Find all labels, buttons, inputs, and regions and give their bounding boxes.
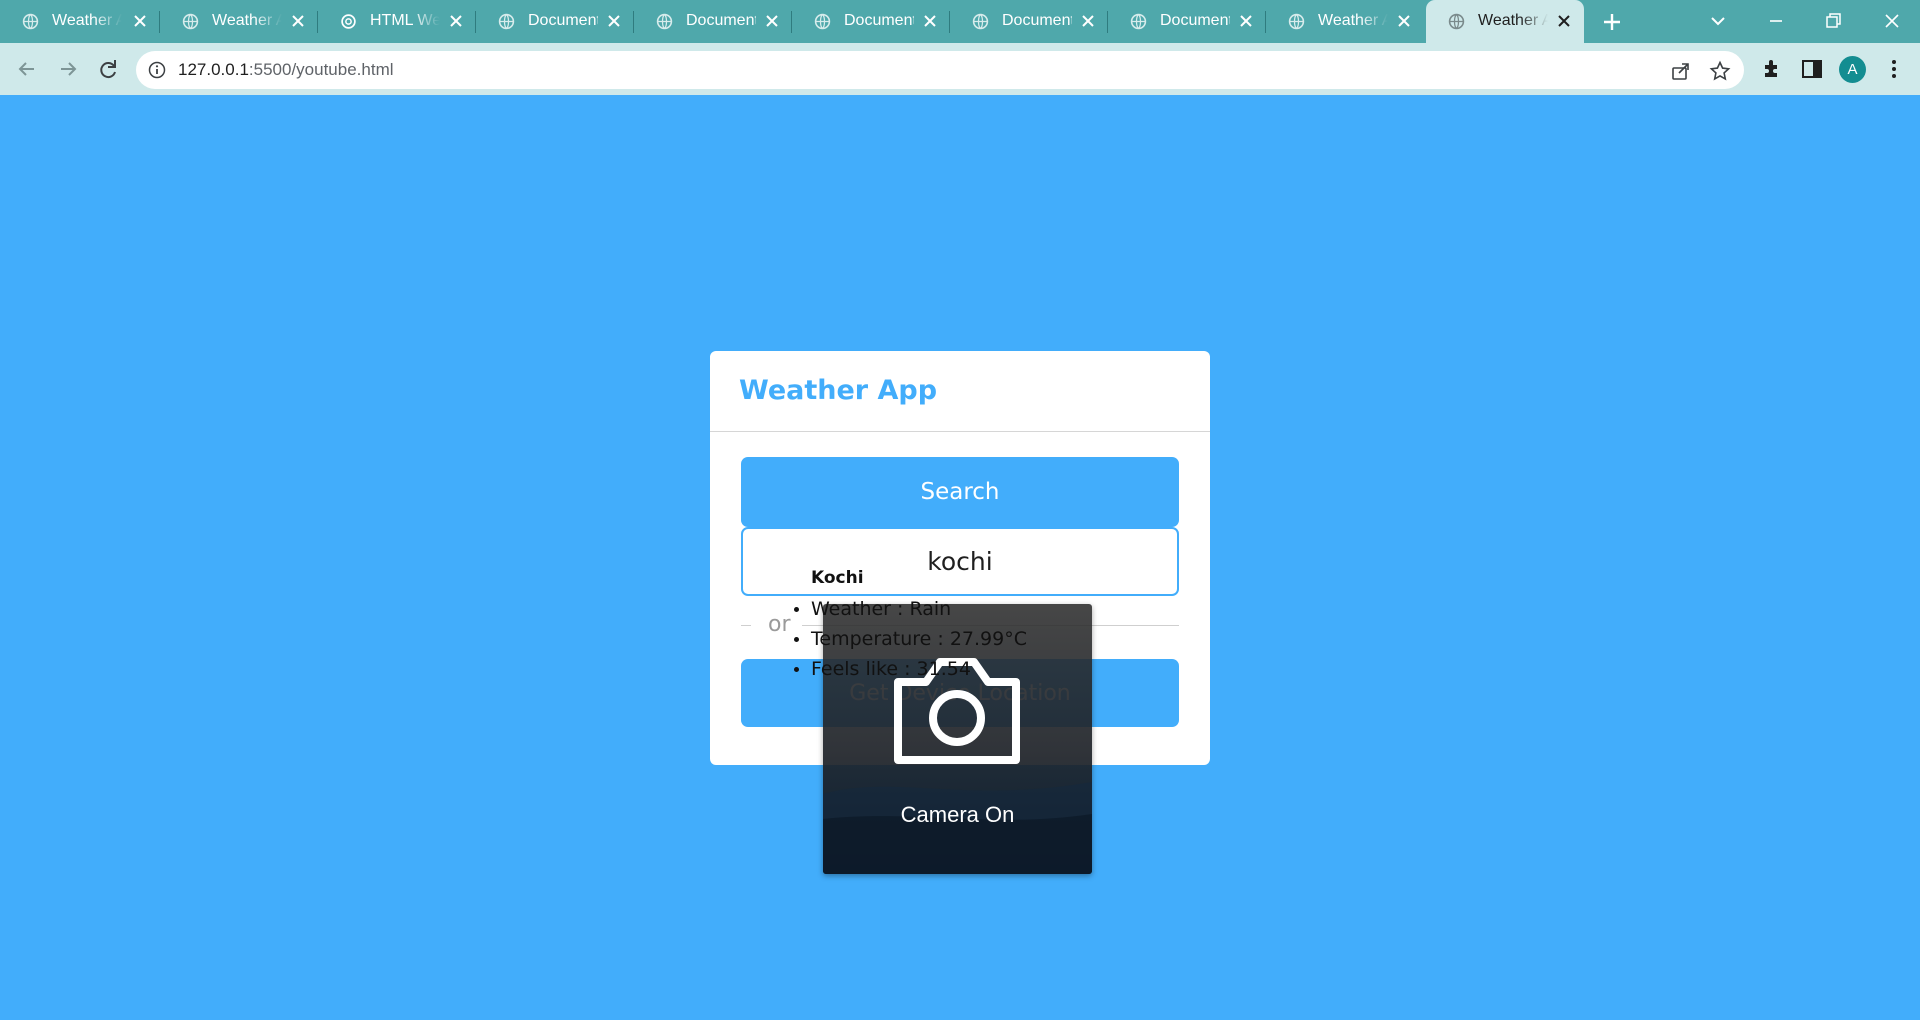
or-divider-label: or bbox=[768, 612, 791, 637]
extensions-icon[interactable] bbox=[1759, 56, 1785, 82]
result-weather: Weather : Rain bbox=[811, 594, 1027, 624]
tab-title: Weather App bbox=[212, 12, 282, 29]
app-title: Weather App bbox=[739, 375, 938, 406]
globe-icon bbox=[22, 13, 39, 30]
openai-icon bbox=[341, 14, 356, 29]
result-city: Kochi bbox=[811, 568, 864, 588]
globe-icon bbox=[972, 13, 989, 30]
tab-title: Weather App bbox=[1478, 12, 1548, 29]
close-icon[interactable] bbox=[1078, 11, 1098, 31]
bookmark-star-icon[interactable] bbox=[1709, 60, 1731, 82]
window-close-icon[interactable] bbox=[1877, 6, 1907, 36]
tab-weather-app-3[interactable]: Weather App bbox=[1266, 0, 1424, 43]
tab-strip: Weather App Weather App HTML Weather Doc… bbox=[0, 0, 1920, 43]
tab-title: Document bbox=[686, 12, 756, 29]
tab-search-chevron-icon[interactable] bbox=[1703, 6, 1733, 36]
restore-icon[interactable] bbox=[1818, 6, 1848, 36]
tab-weather-app-2[interactable]: Weather App bbox=[160, 0, 318, 43]
tab-title: Document bbox=[1160, 12, 1230, 29]
address-bar[interactable]: 127.0.0.1:5500/youtube.html bbox=[136, 51, 1744, 89]
camera-on-label: Camera On bbox=[900, 802, 1015, 827]
tab-title: Document bbox=[528, 12, 598, 29]
tab-document-2[interactable]: Document bbox=[634, 0, 792, 43]
globe-icon bbox=[498, 13, 515, 30]
browser-toolbar: 127.0.0.1:5500/youtube.html A bbox=[0, 43, 1920, 95]
close-icon[interactable] bbox=[1394, 11, 1414, 31]
tab-title: Weather App bbox=[1318, 12, 1388, 29]
close-icon[interactable] bbox=[762, 11, 782, 31]
url-host: 127.0.0.1 bbox=[178, 60, 249, 79]
tab-title: Weather App bbox=[52, 12, 122, 29]
tab-document-5[interactable]: Document bbox=[1108, 0, 1266, 43]
close-icon[interactable] bbox=[604, 11, 624, 31]
globe-icon bbox=[1288, 13, 1305, 30]
search-button[interactable]: Search bbox=[741, 457, 1179, 527]
close-icon[interactable] bbox=[1236, 11, 1256, 31]
site-info-icon[interactable] bbox=[148, 61, 166, 79]
tab-title: Document bbox=[844, 12, 914, 29]
close-icon[interactable] bbox=[446, 11, 466, 31]
minimize-icon[interactable] bbox=[1761, 6, 1791, 36]
new-tab-icon[interactable] bbox=[1598, 8, 1626, 36]
profile-avatar[interactable]: A bbox=[1839, 56, 1866, 83]
result-temperature: Temperature : 27.99°C bbox=[811, 624, 1027, 654]
globe-icon bbox=[1130, 13, 1147, 30]
tab-weather-app-1[interactable]: Weather App bbox=[0, 0, 160, 43]
more-menu-icon[interactable] bbox=[1881, 56, 1907, 82]
reload-icon[interactable] bbox=[93, 54, 123, 84]
url-text: 127.0.0.1:5500/youtube.html bbox=[178, 60, 394, 80]
back-icon[interactable] bbox=[12, 54, 42, 84]
globe-icon bbox=[814, 13, 831, 30]
close-icon[interactable] bbox=[920, 11, 940, 31]
globe-icon bbox=[656, 13, 673, 30]
tab-document-3[interactable]: Document bbox=[792, 0, 950, 43]
forward-icon[interactable] bbox=[53, 54, 83, 84]
globe-icon bbox=[182, 13, 199, 30]
divider-line-left bbox=[741, 625, 751, 626]
card-header: Weather App bbox=[710, 351, 1210, 432]
globe-icon bbox=[1448, 13, 1465, 30]
tab-title: Document bbox=[1002, 12, 1072, 29]
close-icon[interactable] bbox=[1554, 11, 1574, 31]
url-path: :5500/youtube.html bbox=[248, 60, 394, 79]
city-input[interactable] bbox=[741, 527, 1179, 596]
share-icon[interactable] bbox=[1670, 60, 1692, 82]
tab-document-1[interactable]: Document bbox=[476, 0, 634, 43]
tab-document-4[interactable]: Document bbox=[950, 0, 1108, 43]
result-feels-like: Feels like : 31.54 bbox=[811, 654, 1027, 684]
result-list: Weather : Rain Temperature : 27.99°C Fee… bbox=[811, 594, 1027, 684]
tab-weather-app-active[interactable]: Weather App bbox=[1426, 0, 1584, 43]
close-icon[interactable] bbox=[288, 11, 308, 31]
side-panel-icon[interactable] bbox=[1799, 56, 1825, 82]
tab-html-weather[interactable]: HTML Weather bbox=[318, 0, 476, 43]
close-icon[interactable] bbox=[130, 11, 150, 31]
tab-title: HTML Weather bbox=[370, 12, 440, 29]
